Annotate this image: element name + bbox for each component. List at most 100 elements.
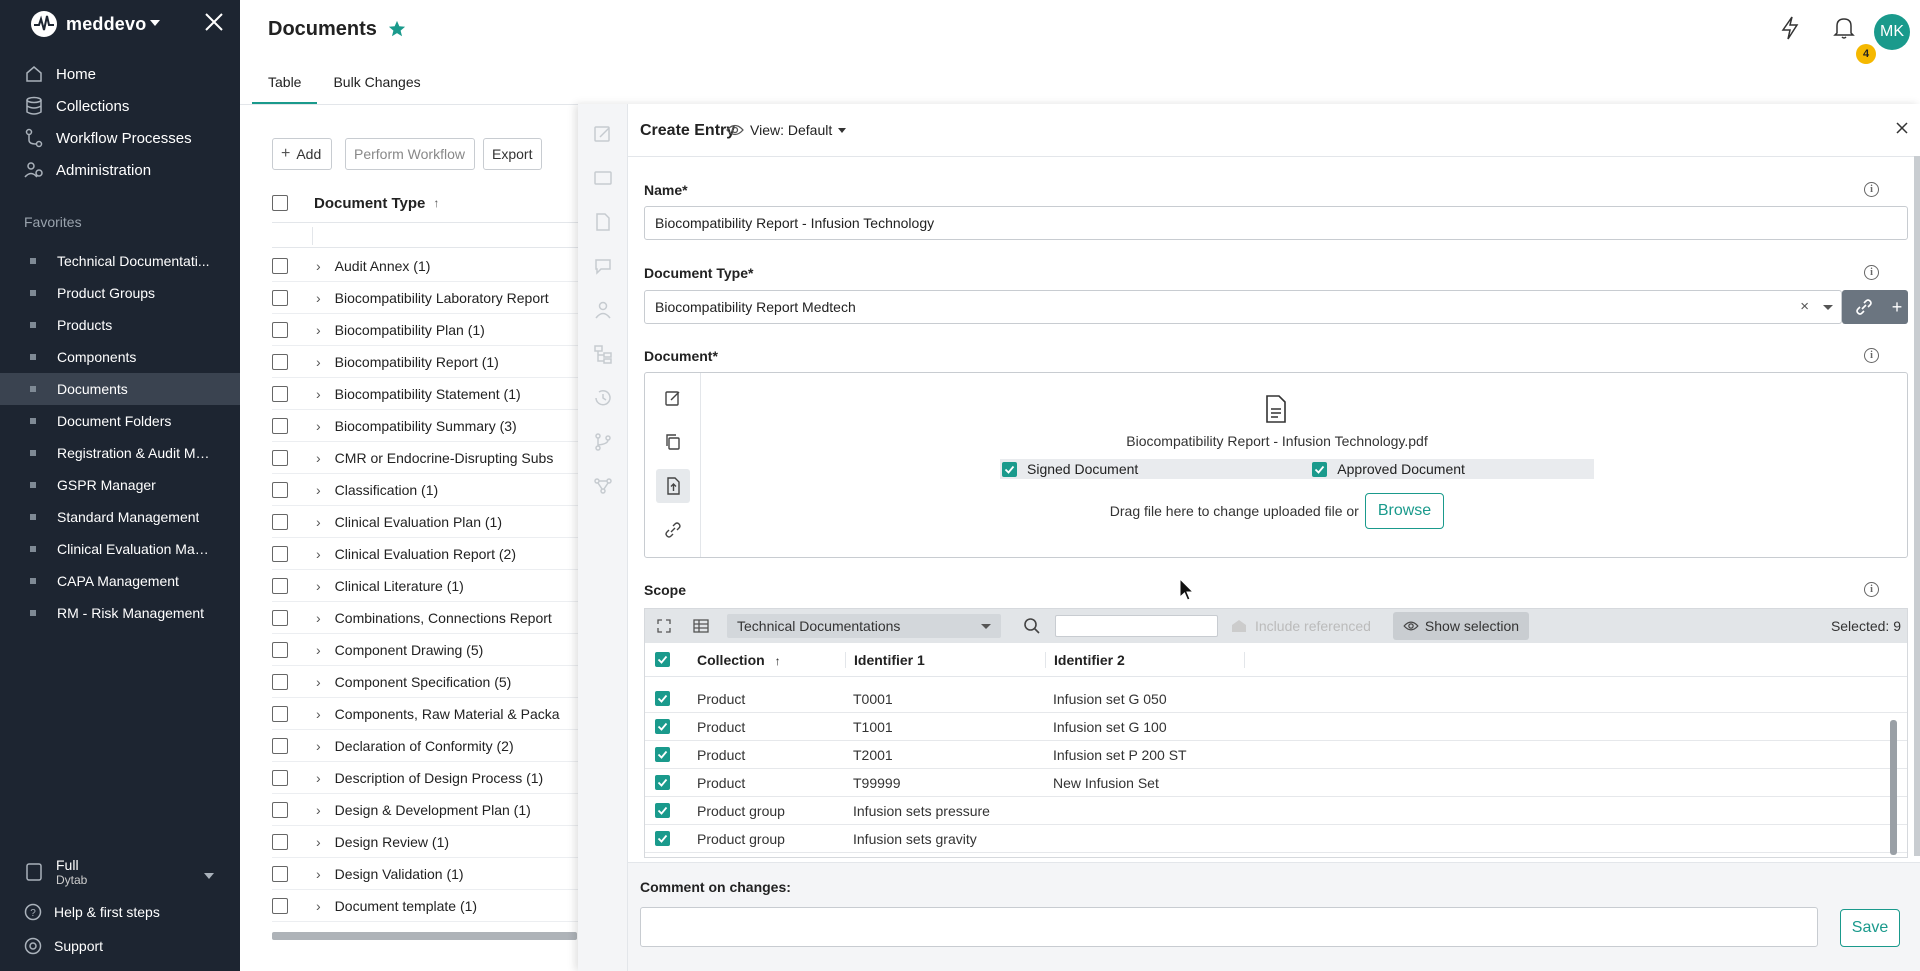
include-referenced-button[interactable]: Include referenced [1231,614,1391,638]
scope-select-all-checkbox[interactable] [655,652,670,667]
row-checkbox[interactable] [272,577,288,594]
table-row[interactable]: › Biocompatibility Plan (1) [272,314,622,346]
relations-icon[interactable] [593,476,613,496]
notifications-bell-icon[interactable] [1833,16,1855,40]
expand-chevron-icon[interactable]: › [316,258,321,274]
hierarchy-icon[interactable] [593,344,613,364]
edit-icon[interactable] [593,124,613,144]
table-row[interactable]: › Description of Design Process (1) [272,762,622,794]
user-avatar[interactable]: MK [1874,14,1910,50]
signed-document-checkbox[interactable]: Signed Document [1002,461,1138,477]
scope-row-checkbox[interactable] [655,719,670,734]
expand-chevron-icon[interactable]: › [316,802,321,818]
expand-chevron-icon[interactable]: › [316,578,321,594]
row-checkbox[interactable] [272,897,288,914]
table-row[interactable]: › Clinical Evaluation Plan (1) [272,506,622,538]
table-row[interactable]: › Combinations, Connections Report [272,602,622,634]
scope-row[interactable]: Product T0001 Infusion set G 050 [645,685,1907,713]
nav-collections[interactable]: Collections [24,95,129,117]
row-checkbox[interactable] [272,385,288,402]
nav-administration[interactable]: Administration [24,159,151,181]
close-sidebar-icon[interactable] [203,11,225,33]
approved-document-checkbox[interactable]: Approved Document [1312,461,1465,477]
table-row[interactable]: › Biocompatibility Statement (1) [272,378,622,410]
table-row[interactable]: › Biocompatibility Report (1) [272,346,622,378]
export-button[interactable]: Export [483,138,542,170]
row-checkbox[interactable] [272,545,288,562]
favorite-item[interactable]: Clinical Evaluation Man... [0,533,240,565]
logo-dropdown-caret-icon[interactable] [150,20,160,26]
row-checkbox[interactable] [272,481,288,498]
favorite-item[interactable]: GSPR Manager [0,469,240,501]
table-row[interactable]: › Biocompatibility Summary (3) [272,410,622,442]
row-checkbox[interactable] [272,801,288,818]
add-button[interactable]: + Add [272,138,332,170]
expand-chevron-icon[interactable]: › [316,546,321,562]
name-info-icon[interactable]: i [1864,182,1879,197]
row-checkbox[interactable] [272,865,288,882]
comment-icon[interactable] [593,256,613,276]
scope-row-checkbox[interactable] [655,747,670,762]
scope-vertical-scrollbar[interactable] [1890,720,1897,855]
row-checkbox[interactable] [272,673,288,690]
expand-chevron-icon[interactable]: › [316,418,321,434]
favorite-item[interactable]: CAPA Management [0,565,240,597]
expand-chevron-icon[interactable]: › [316,322,321,338]
row-checkbox[interactable] [272,641,288,658]
favorite-item[interactable]: Products [0,309,240,341]
table-row[interactable]: › Design Validation (1) [272,858,622,890]
app-logo[interactable]: meddevo [30,10,146,38]
favorite-item[interactable]: Document Folders [0,405,240,437]
edit-document-icon[interactable] [656,381,690,415]
lightning-icon[interactable] [1780,16,1800,40]
table-row[interactable]: › Clinical Evaluation Report (2) [272,538,622,570]
expand-chevron-icon[interactable]: › [316,354,321,370]
expand-chevron-icon[interactable]: › [316,770,321,786]
document-info-icon[interactable]: i [1864,348,1879,363]
expand-chevron-icon[interactable]: › [316,290,321,306]
column-header-document-type[interactable]: Document Type [314,195,425,212]
expand-chevron-icon[interactable]: › [316,738,321,754]
document-type-info-icon[interactable]: i [1864,265,1879,280]
horizontal-scrollbar[interactable] [272,932,577,940]
row-checkbox[interactable] [272,289,288,306]
expand-chevron-icon[interactable]: › [316,610,321,626]
expand-chevron-icon[interactable]: › [316,866,321,882]
document-upload-area[interactable]: Biocompatibility Report - Infusion Techn… [644,372,1908,558]
row-checkbox[interactable] [272,833,288,850]
favorite-item[interactable]: Registration & Audit Ma... [0,437,240,469]
history-icon[interactable] [593,388,613,408]
expand-chevron-icon[interactable]: › [316,642,321,658]
name-input[interactable]: Biocompatibility Report - Infusion Techn… [644,206,1908,240]
favorite-item[interactable]: Components [0,341,240,373]
scope-col-collection[interactable]: Collection ↑ [645,652,845,668]
perform-workflow-button[interactable]: Perform Workflow [345,138,475,170]
scope-row-checkbox[interactable] [655,831,670,846]
table-row[interactable]: › Component Specification (5) [272,666,622,698]
nav-workflow-processes[interactable]: Workflow Processes [24,127,192,149]
scope-row[interactable]: Product group Infusion sets gravity [645,825,1907,853]
view-selector[interactable]: View: Default [726,122,847,138]
row-checkbox[interactable] [272,513,288,530]
clear-icon[interactable]: × [1800,298,1809,315]
sort-ascending-icon[interactable]: ↑ [433,196,439,210]
favorite-item[interactable]: Technical Documentati... [0,245,240,277]
scope-row[interactable]: Product T2001 Infusion set P 200 ST [645,741,1907,769]
table-icon[interactable] [693,619,709,633]
row-checkbox[interactable] [272,257,288,274]
expand-chevron-icon[interactable]: › [316,386,321,402]
form-icon[interactable] [593,168,613,188]
expand-chevron-icon[interactable]: › [316,834,321,850]
table-row[interactable]: › Classification (1) [272,474,622,506]
expand-chevron-icon[interactable]: › [316,898,321,914]
row-checkbox[interactable] [272,417,288,434]
help-link[interactable]: ? Help & first steps [24,903,160,921]
row-checkbox[interactable] [272,705,288,722]
scope-search-input[interactable] [1055,615,1218,637]
scope-row[interactable]: Product T99999 New Infusion Set [645,769,1907,797]
table-row[interactable]: › Components, Raw Material & Packa [272,698,622,730]
search-icon[interactable] [1023,617,1041,635]
table-row[interactable]: › Audit Annex (1) [272,250,622,282]
table-row[interactable]: › Document template (1) [272,890,622,922]
row-checkbox[interactable] [272,609,288,626]
